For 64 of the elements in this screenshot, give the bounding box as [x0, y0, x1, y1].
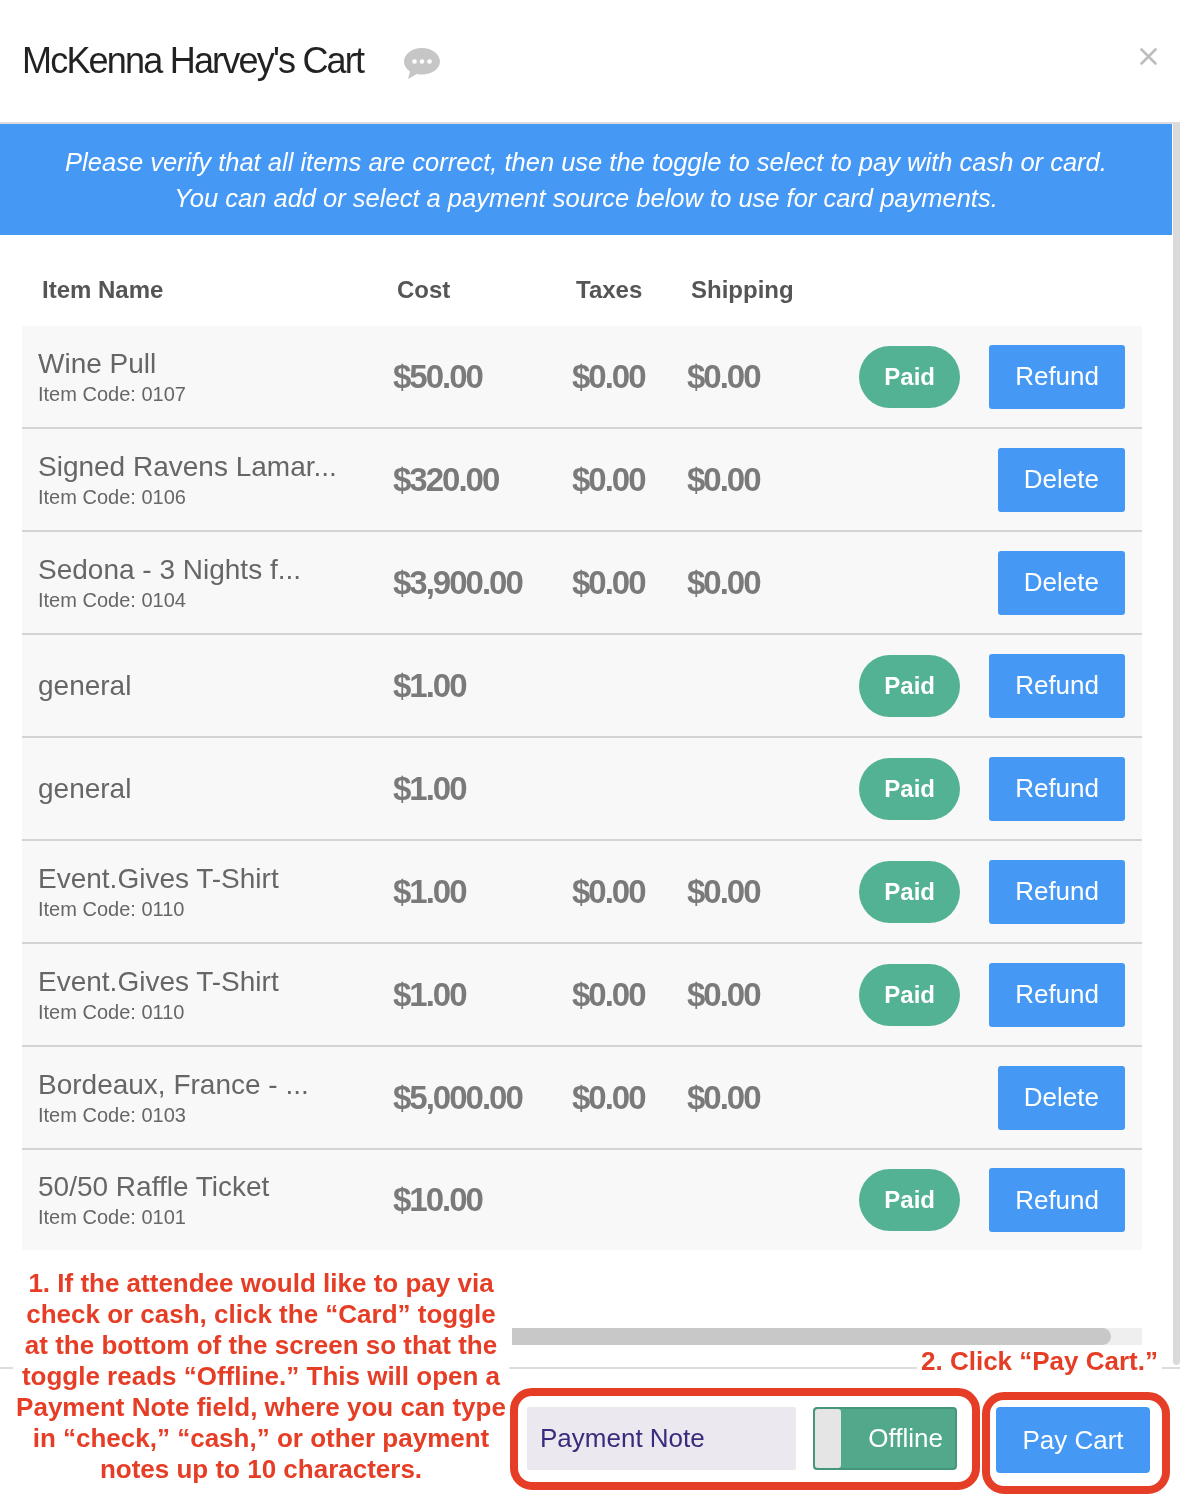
- tax-value: $0.00: [572, 357, 645, 395]
- column-header: Cost: [397, 275, 452, 304]
- item-code: Item Code: 0101: [38, 1205, 186, 1230]
- item-name: Sedona - 3 Nights f...: [38, 552, 302, 587]
- status-badge: Paid: [859, 1169, 961, 1231]
- tax-value: $0.00: [572, 975, 645, 1013]
- status-badge: Paid: [859, 860, 961, 923]
- item-name: Signed Ravens Lamar...: [38, 449, 337, 484]
- action-button[interactable]: Refund: [989, 962, 1125, 1027]
- shipping-value: $0.00: [687, 357, 760, 395]
- item-code: Item Code: 0106: [38, 484, 186, 510]
- cost-value: $1.00: [393, 666, 466, 704]
- item-name: Wine Pull: [38, 346, 157, 381]
- close-icon[interactable]: [1140, 47, 1157, 65]
- cost-value: $1.00: [393, 872, 466, 910]
- cost-value: $5,000.00: [393, 1078, 522, 1116]
- action-button[interactable]: Refund: [989, 756, 1125, 821]
- banner-text: Please verify that all items are correct, then use the toggle to select to pay with cash or card. You can add or select a payment source below to use for card payments.: [65, 146, 1107, 214]
- column-header: Item Name: [42, 275, 165, 304]
- tax-value: $0.00: [572, 460, 645, 498]
- cost-value: $3,900.00: [393, 563, 522, 601]
- status-badge: Paid: [859, 963, 961, 1026]
- chat-bubble-icon[interactable]: [403, 46, 442, 80]
- action-button[interactable]: Delete: [997, 550, 1125, 615]
- payment-note-field[interactable]: Payment Note: [527, 1407, 796, 1470]
- pay-button[interactable]: Pay Cart: [996, 1407, 1150, 1473]
- cost-value: $1.00: [393, 769, 466, 807]
- shipping-value: $0.00: [687, 975, 760, 1013]
- tax-value: $0.00: [572, 872, 645, 910]
- action-button[interactable]: Refund: [989, 1168, 1125, 1232]
- shipping-value: $0.00: [687, 460, 760, 498]
- item-name: Bordeaux, France - ...: [38, 1067, 309, 1102]
- dialog-title: McKenna Harvey's Cart: [22, 41, 364, 81]
- cost-value: $320.00: [393, 460, 499, 498]
- tax-value: $0.00: [572, 1078, 645, 1116]
- shipping-value: $0.00: [687, 563, 760, 601]
- status-badge: Paid: [859, 757, 961, 820]
- toggle-switch[interactable]: Offline: [813, 1407, 957, 1470]
- item-name: Event.Gives T-Shirt: [38, 964, 279, 999]
- item-code: Item Code: 0107: [38, 381, 186, 407]
- shipping-value: $0.00: [687, 872, 760, 910]
- cost-value: $1.00: [393, 975, 466, 1013]
- item-code: Item Code: 0110: [38, 896, 185, 922]
- item-name: general: [38, 771, 132, 806]
- action-button[interactable]: Refund: [989, 344, 1125, 409]
- column-header: Taxes: [576, 275, 644, 304]
- status-badge: Paid: [859, 654, 961, 717]
- column-header: Shipping: [691, 275, 795, 304]
- item-name: 50/50 Raffle Ticket: [38, 1170, 270, 1204]
- item-code: Item Code: 0110: [38, 999, 185, 1025]
- shipping-value: $0.00: [687, 1078, 760, 1116]
- item-name: Event.Gives T-Shirt: [38, 861, 279, 896]
- action-button[interactable]: Delete: [997, 447, 1125, 512]
- item-code: Item Code: 0104: [38, 587, 186, 613]
- tax-value: $0.00: [572, 563, 645, 601]
- status-badge: Paid: [859, 345, 961, 408]
- action-button[interactable]: Delete: [997, 1065, 1125, 1130]
- action-button[interactable]: Refund: [989, 653, 1125, 718]
- cost-value: $50.00: [393, 357, 482, 395]
- action-button[interactable]: Refund: [989, 859, 1125, 924]
- cost-value: $10.00: [393, 1181, 482, 1218]
- item-code: Item Code: 0103: [38, 1102, 186, 1128]
- item-name: general: [38, 668, 132, 703]
- vertical-scrollbar[interactable]: [1173, 124, 1180, 1365]
